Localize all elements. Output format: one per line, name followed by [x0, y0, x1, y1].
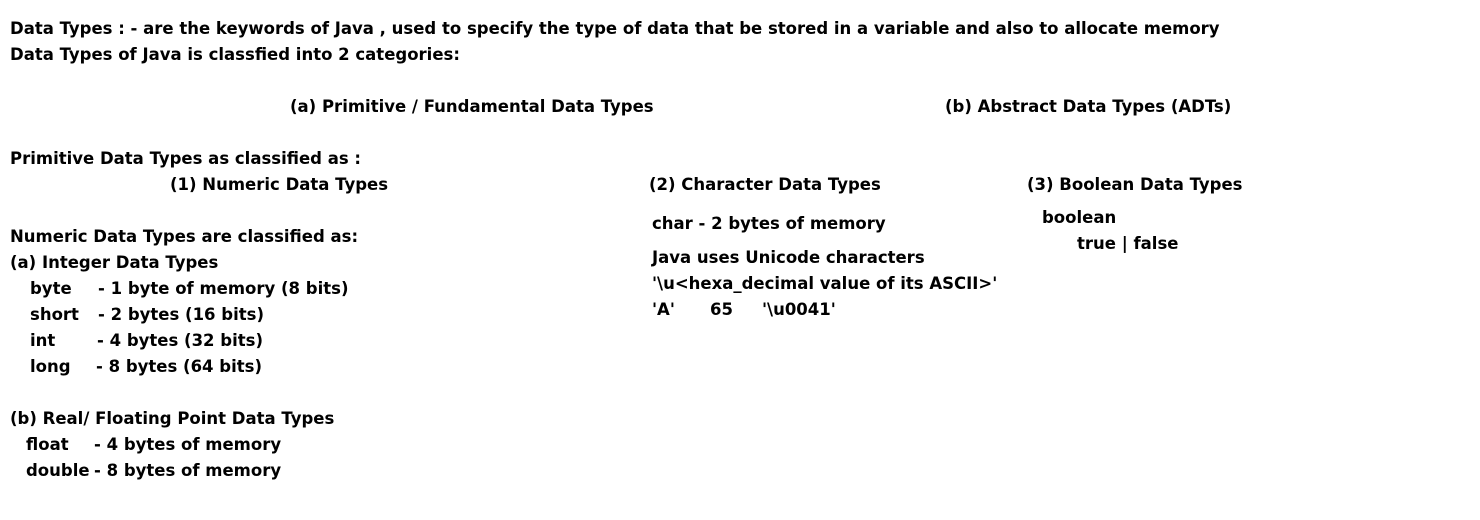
- integer-desc-short: - 2 bytes (16 bits): [98, 305, 264, 324]
- example-unicode: '\u0041': [762, 300, 836, 319]
- primitive-intro: Primitive Data Types as classified as :: [10, 149, 362, 168]
- integer-type-int: int: [30, 331, 56, 350]
- character-heading: (2) Character Data Types: [649, 175, 881, 194]
- intro-line-2: Data Types of Java is classfied into 2 c…: [10, 45, 460, 64]
- integer-type-long: long: [30, 357, 71, 376]
- example-ascii: 65: [710, 300, 733, 319]
- real-type-float: float: [26, 435, 69, 454]
- boolean-heading: (3) Boolean Data Types: [1027, 175, 1243, 194]
- numeric-heading: (1) Numeric Data Types: [170, 175, 389, 194]
- boolean-keyword: boolean: [1042, 208, 1117, 227]
- real-type-double: double: [26, 461, 90, 480]
- integer-desc-int: - 4 bytes (32 bits): [97, 331, 263, 350]
- intro-line-1: Data Types : - are the keywords of Java …: [10, 19, 1220, 38]
- real-desc-float: - 4 bytes of memory: [94, 435, 282, 454]
- real-heading: (b) Real/ Floating Point Data Types: [10, 409, 335, 428]
- boolean-values: true | false: [1077, 234, 1179, 253]
- unicode-line: Java uses Unicode characters: [652, 248, 925, 267]
- category-primitive: (a) Primitive / Fundamental Data Types: [290, 97, 654, 116]
- integer-heading: (a) Integer Data Types: [10, 253, 219, 272]
- integer-type-short: short: [30, 305, 79, 324]
- numeric-classified-label: Numeric Data Types are classified as:: [10, 227, 359, 246]
- char-memory-line: char - 2 bytes of memory: [652, 214, 886, 233]
- example-char: 'A': [652, 300, 675, 319]
- real-desc-double: - 8 bytes of memory: [94, 461, 282, 480]
- category-abstract: (b) Abstract Data Types (ADTs): [945, 97, 1232, 116]
- integer-desc-byte: - 1 byte of memory (8 bits): [98, 279, 349, 298]
- integer-type-byte: byte: [30, 279, 72, 298]
- unicode-format-line: '\u<hexa_decimal value of its ASCII>': [652, 274, 998, 293]
- integer-desc-long: - 8 bytes (64 bits): [96, 357, 262, 376]
